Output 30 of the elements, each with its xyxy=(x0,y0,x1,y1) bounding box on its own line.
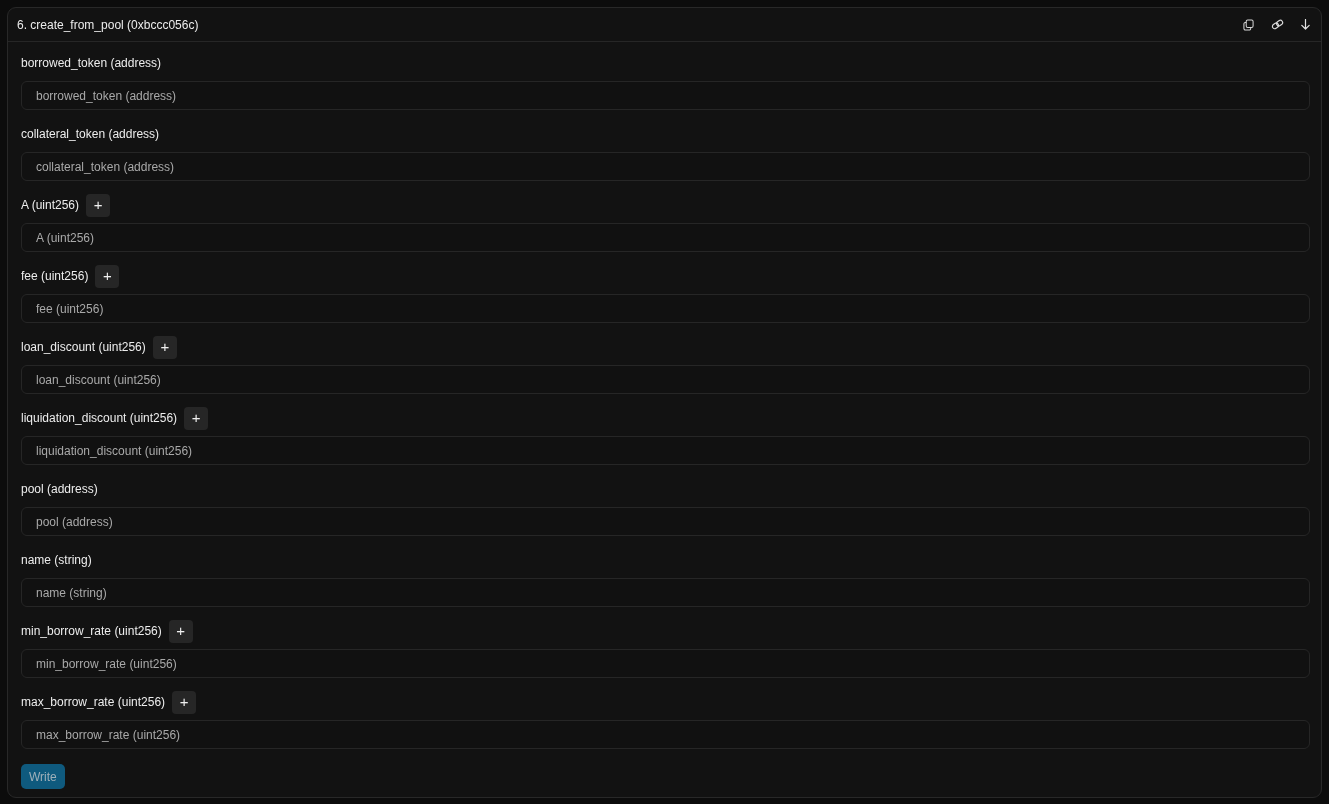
down-arrow-icon[interactable] xyxy=(1301,19,1310,30)
add-button[interactable]: + xyxy=(95,264,120,288)
field-label: borrowed_token (address) xyxy=(21,56,162,70)
input-field[interactable]: borrowed_token (address) xyxy=(21,81,1310,110)
input-field[interactable]: max_borrow_rate (uint256) xyxy=(21,720,1310,749)
input-field[interactable]: fee (uint256) xyxy=(21,294,1310,323)
field-label: A (uint256) xyxy=(21,198,80,212)
field-label: fee (uint256) xyxy=(21,269,89,283)
add-button[interactable]: + xyxy=(86,193,111,217)
input-field[interactable]: pool (address) xyxy=(21,507,1310,536)
add-button[interactable]: + xyxy=(172,690,197,714)
field-label: collateral_token (address) xyxy=(21,127,160,141)
link-icon[interactable] xyxy=(1271,19,1284,30)
add-button[interactable]: + xyxy=(152,335,177,359)
field-label: pool (address) xyxy=(21,482,98,496)
field-label: liquidation_discount (uint256) xyxy=(21,411,178,425)
input-field[interactable]: collateral_token (address) xyxy=(21,152,1310,181)
field-label: name (string) xyxy=(21,553,92,567)
input-field[interactable]: loan_discount (uint256) xyxy=(21,365,1310,394)
field-label: loan_discount (uint256) xyxy=(21,340,146,354)
add-button[interactable]: + xyxy=(168,619,193,643)
field-label: max_borrow_rate (uint256) xyxy=(21,695,166,709)
input-field[interactable]: min_borrow_rate (uint256) xyxy=(21,649,1310,678)
copy-icon[interactable] xyxy=(1243,18,1254,31)
field-label: min_borrow_rate (uint256) xyxy=(21,624,162,638)
add-button[interactable]: + xyxy=(184,406,209,430)
function-title: 6. create_from_pool (0xbccc056c) xyxy=(17,17,200,32)
input-field[interactable]: name (string) xyxy=(21,578,1310,607)
input-field[interactable]: liquidation_discount (uint256) xyxy=(21,436,1310,465)
input-field[interactable]: A (uint256) xyxy=(21,223,1310,252)
